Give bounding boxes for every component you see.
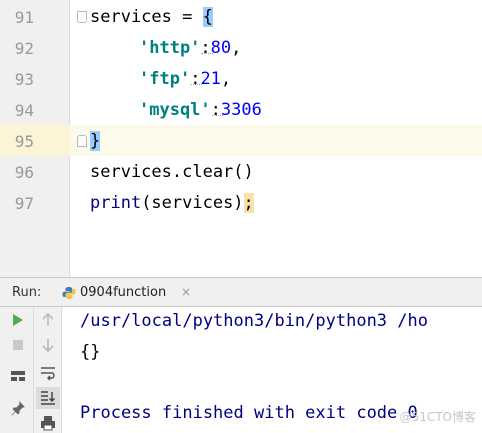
code-line-93[interactable]: 'ftp': 21,	[139, 64, 231, 95]
semicolon-warning: ;	[243, 193, 254, 213]
line-number: 92	[14, 39, 34, 58]
close-tab-icon[interactable]: ×	[181, 285, 191, 299]
dict-value: 3306	[220, 100, 262, 120]
code-editor[interactable]: 91 92 93 94 95 96 97 services = { 'http'…	[0, 0, 482, 277]
code-line-91[interactable]: services = {	[90, 2, 213, 33]
run-toolbar-primary	[0, 307, 34, 433]
code-text: services.clear()	[90, 162, 254, 182]
scroll-to-end-toggle[interactable]	[36, 387, 60, 409]
line-number: 94	[14, 101, 34, 120]
line-number: 97	[14, 194, 34, 213]
close-brace: }	[90, 131, 101, 151]
dict-key: 'http'	[139, 38, 201, 58]
layout-icon[interactable]	[10, 369, 26, 383]
builtin-function: print	[90, 193, 142, 213]
dict-key: 'mysql'	[139, 100, 211, 120]
down-arrow-icon[interactable]	[41, 338, 55, 352]
python-icon	[62, 287, 76, 299]
dict-colon: :	[210, 100, 223, 120]
pin-icon[interactable]	[10, 400, 26, 416]
up-arrow-icon[interactable]	[41, 313, 55, 327]
assign-operator: =	[171, 7, 203, 27]
run-icon[interactable]	[12, 313, 24, 327]
console-output-line: {}	[80, 342, 101, 362]
call-arguments: (services)	[141, 193, 244, 213]
open-brace: {	[202, 7, 213, 27]
dict-value: 80	[210, 38, 232, 58]
watermark: @51CTO博客	[399, 410, 476, 424]
line-number: 95	[14, 132, 34, 151]
console-output[interactable]: /usr/local/python3/bin/python3 /ho {} Pr…	[62, 307, 482, 433]
console-command-line: /usr/local/python3/bin/python3 /ho	[80, 311, 428, 331]
warning-underline	[191, 82, 203, 85]
run-tab-title[interactable]: 0904function	[80, 285, 166, 300]
code-line-94[interactable]: 'mysql': 3306	[139, 95, 262, 126]
code-line-92[interactable]: 'http': 80,	[139, 33, 241, 64]
line-number: 93	[14, 70, 34, 89]
run-toolbar-secondary	[34, 307, 62, 433]
code-line-95[interactable]: }	[90, 126, 101, 157]
code-line-97[interactable]: print(services);	[90, 188, 254, 219]
stop-icon[interactable]	[12, 339, 24, 351]
fold-end-icon[interactable]	[77, 135, 87, 147]
variable-name: services	[90, 7, 172, 27]
fold-start-icon[interactable]	[77, 11, 87, 23]
dict-colon: :	[190, 69, 203, 89]
code-line-96[interactable]: services.clear()	[90, 157, 254, 188]
soft-wrap-icon[interactable]	[40, 365, 56, 381]
console-exit-message: Process finished with exit code 0	[80, 403, 418, 423]
dict-key: 'ftp'	[139, 69, 191, 89]
comma: ,	[231, 38, 242, 58]
run-label: Run:	[12, 285, 42, 300]
warning-underline	[211, 113, 223, 116]
line-number: 91	[14, 8, 34, 27]
current-line-highlight	[0, 125, 482, 156]
line-number: 96	[14, 163, 34, 182]
dict-value: 21	[200, 69, 221, 89]
comma: ,	[220, 69, 232, 89]
print-icon[interactable]	[40, 415, 56, 431]
warning-underline	[201, 51, 213, 54]
run-panel-header: Run: 0904function ×	[0, 277, 482, 307]
dict-colon: :	[200, 38, 213, 58]
scroll-to-end-icon	[41, 391, 56, 405]
